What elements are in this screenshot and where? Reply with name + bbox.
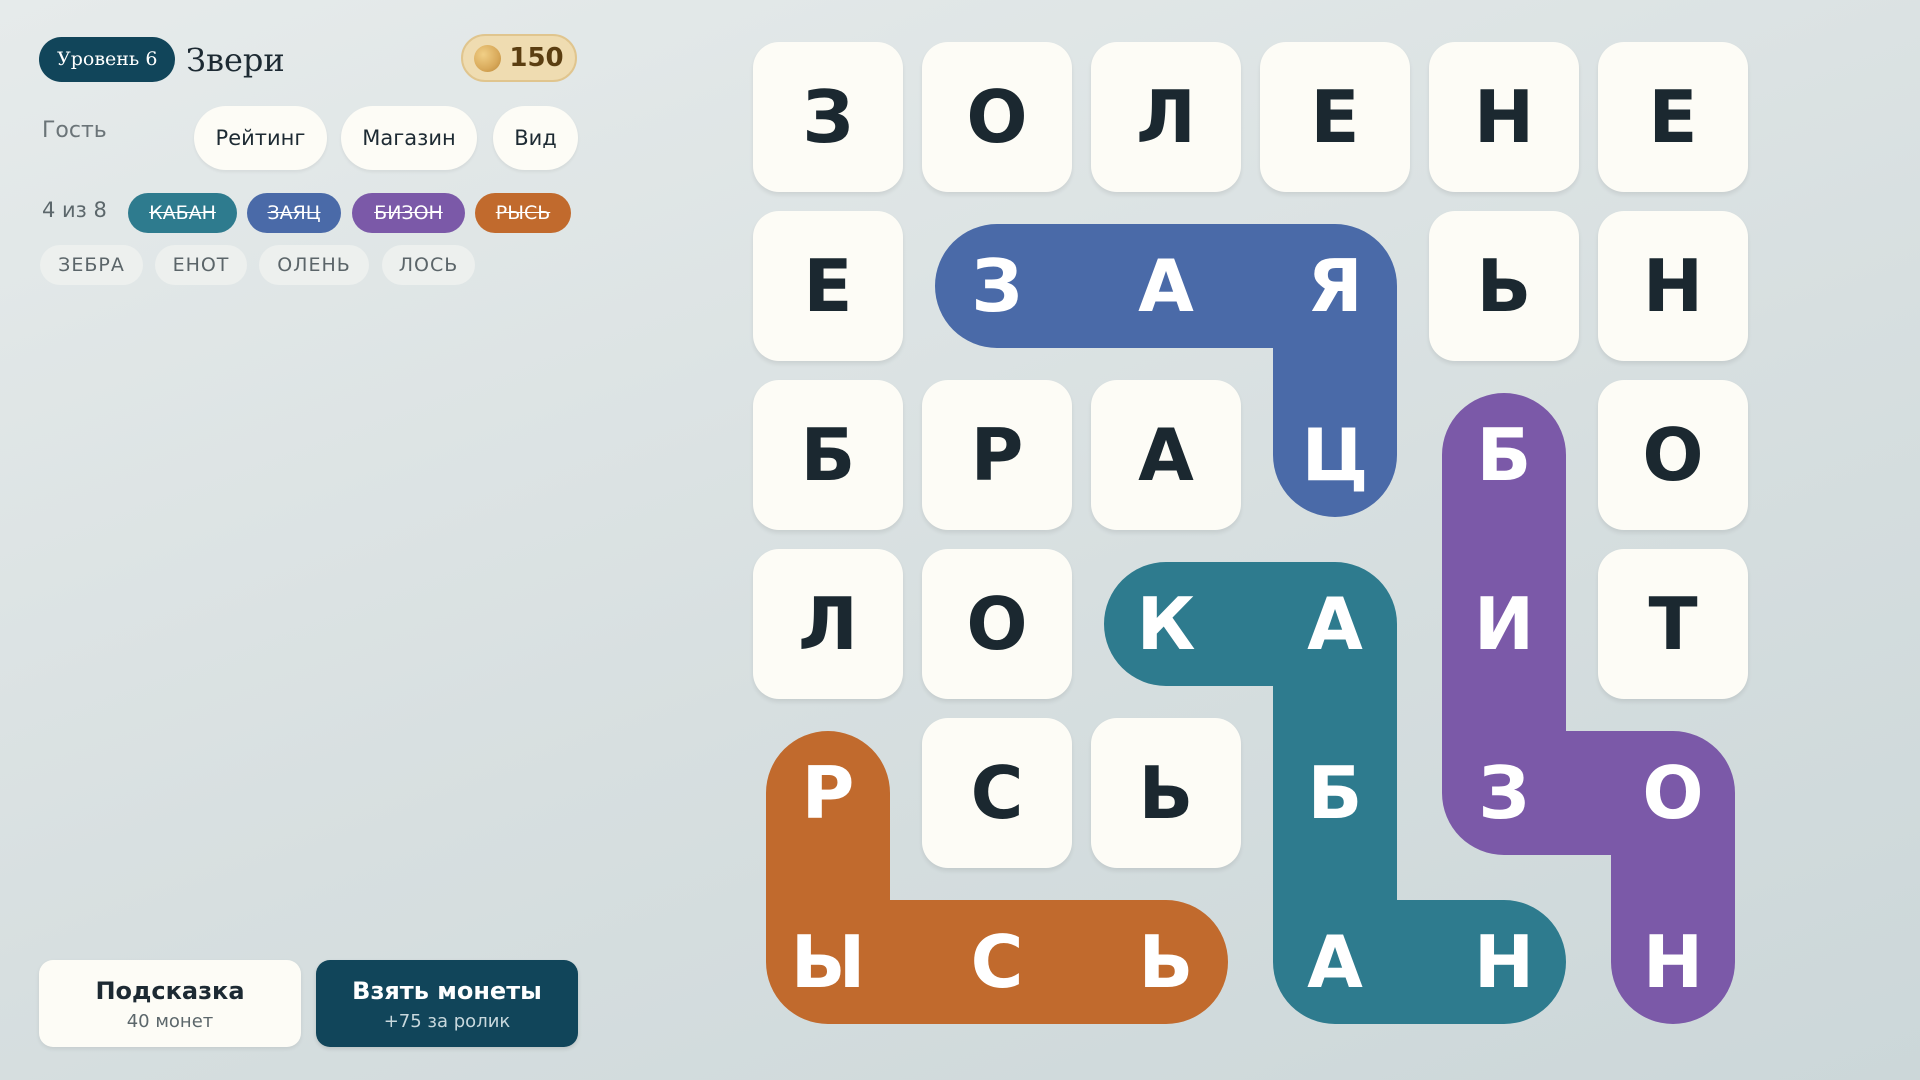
grid-letter[interactable]: Б xyxy=(1429,380,1579,530)
coin-balance: 150 xyxy=(461,34,577,82)
grid-letter[interactable]: Я xyxy=(1260,211,1410,361)
grid-letter[interactable]: И xyxy=(1429,549,1579,699)
grid-letter[interactable]: З xyxy=(922,211,1072,361)
grid-letter[interactable]: Н xyxy=(1429,42,1579,192)
found-word-chip: РЫСЬ xyxy=(475,193,571,233)
found-word-chip: БИЗОН xyxy=(352,193,465,233)
grid-letter[interactable]: А xyxy=(1260,887,1410,1037)
grid-letter[interactable]: Н xyxy=(1598,887,1748,1037)
grid-letter[interactable]: Л xyxy=(753,549,903,699)
theme-title: Звери xyxy=(186,41,285,79)
found-word-chip: КАБАН xyxy=(128,193,237,233)
remaining-word-chip: ЕНОТ xyxy=(155,245,247,285)
grid-letter[interactable]: З xyxy=(753,42,903,192)
grid-letter[interactable]: Б xyxy=(1260,718,1410,868)
grid-letter[interactable]: Е xyxy=(1598,42,1748,192)
grid-letter[interactable]: О xyxy=(1598,718,1748,868)
hint-button[interactable]: Подсказка 40 монет xyxy=(39,960,301,1047)
coin-count: 150 xyxy=(509,43,564,73)
grid-letter[interactable]: Н xyxy=(1429,887,1579,1037)
grid-letter[interactable]: С xyxy=(922,718,1072,868)
grid-letter[interactable]: О xyxy=(922,42,1072,192)
grid-letter[interactable]: Р xyxy=(753,718,903,868)
remaining-word-chip: ЗЕБРА xyxy=(40,245,143,285)
grid-letter[interactable]: Б xyxy=(753,380,903,530)
grid-letter[interactable]: Ь xyxy=(1091,887,1241,1037)
grid-letter[interactable]: А xyxy=(1260,549,1410,699)
get-coins-reward: +75 за ролик xyxy=(383,1011,511,1032)
grid-letter[interactable]: Ц xyxy=(1260,380,1410,530)
view-button[interactable]: Вид xyxy=(493,106,578,170)
grid-letter[interactable]: Ь xyxy=(1429,211,1579,361)
found-word-chip: ЗАЯЦ xyxy=(247,193,341,233)
grid-letter[interactable]: А xyxy=(1091,380,1241,530)
grid-letter[interactable]: Н xyxy=(1598,211,1748,361)
grid-letter[interactable]: Е xyxy=(753,211,903,361)
grid-letter[interactable]: Р xyxy=(922,380,1072,530)
grid-letter[interactable]: Ь xyxy=(1091,718,1241,868)
shop-button[interactable]: Магазин xyxy=(341,106,477,170)
hint-cost: 40 монет xyxy=(126,1011,214,1032)
grid-letter[interactable]: З xyxy=(1429,718,1579,868)
words-progress: 4 из 8 xyxy=(42,198,107,222)
grid-letter[interactable]: О xyxy=(1598,380,1748,530)
hint-button-label: Подсказка xyxy=(95,977,245,1005)
grid-letter[interactable]: К xyxy=(1091,549,1241,699)
grid-letter[interactable]: С xyxy=(922,887,1072,1037)
rating-button[interactable]: Рейтинг xyxy=(194,106,327,170)
remaining-word-chip: ОЛЕНЬ xyxy=(259,245,369,285)
get-coins-label: Взять монеты xyxy=(352,977,542,1005)
grid-letter[interactable]: Е xyxy=(1260,42,1410,192)
grid-letter[interactable]: О xyxy=(922,549,1072,699)
coin-icon xyxy=(474,44,502,72)
remaining-word-chip: ЛОСЬ xyxy=(382,245,475,285)
level-badge: Уровень 6 xyxy=(39,37,176,82)
grid-letter[interactable]: Т xyxy=(1598,549,1748,699)
get-coins-button[interactable]: Взять монеты +75 за ролик xyxy=(316,960,578,1047)
guest-label: Гость xyxy=(42,118,107,143)
grid-letter[interactable]: Л xyxy=(1091,42,1241,192)
grid-letter[interactable]: А xyxy=(1091,211,1241,361)
grid-letter[interactable]: Ы xyxy=(753,887,903,1037)
